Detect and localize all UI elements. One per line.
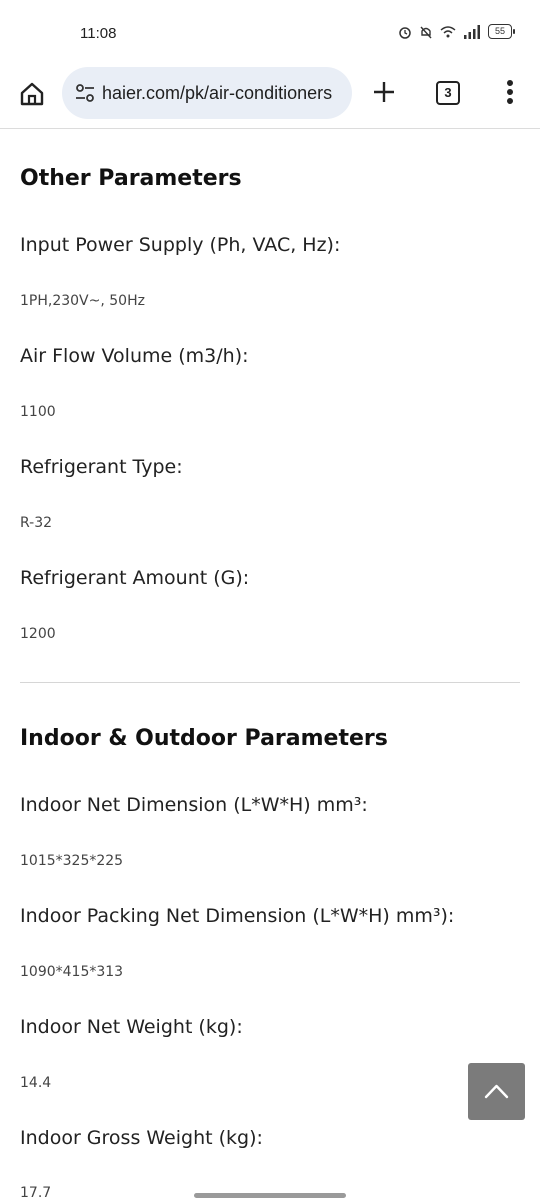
browser-toolbar: haier.com/pk/air-conditioners 3 — [0, 62, 540, 129]
section-title-indoor-outdoor: Indoor & Outdoor Parameters — [20, 726, 388, 751]
wifi-icon — [440, 25, 456, 37]
alarm-icon — [399, 26, 411, 39]
param-label: Refrigerant Amount (G): — [20, 567, 250, 589]
home-icon[interactable] — [18, 80, 46, 108]
param-value: 1100 — [20, 404, 56, 420]
tabs-icon[interactable]: 3 — [436, 81, 460, 105]
param-value: R-32 — [20, 515, 53, 531]
url-bar[interactable]: haier.com/pk/air-conditioners — [62, 67, 352, 119]
section-divider — [20, 682, 520, 683]
scroll-to-top-button[interactable] — [468, 1063, 525, 1120]
param-label: Indoor Net Weight (kg): — [20, 1016, 243, 1038]
param-value: 1200 — [20, 626, 56, 642]
mute-icon — [420, 26, 432, 38]
chevron-up-icon — [484, 1084, 509, 1099]
page: 11:08 55 haier.com/pk/air-conditioners 3… — [0, 0, 540, 1200]
battery-icon: 55 — [488, 24, 515, 39]
param-value: 17.7 — [20, 1185, 52, 1200]
param-value: 1015*325*225 — [20, 853, 124, 869]
param-label: Indoor Net Dimension (L*W*H) mm³: — [20, 794, 368, 816]
param-label: Indoor Gross Weight (kg): — [20, 1127, 263, 1149]
status-time: 11:08 — [80, 25, 117, 42]
url-text[interactable]: haier.com/pk/air-conditioners — [102, 83, 346, 104]
param-label: Indoor Packing Net Dimension (L*W*H) mm³… — [20, 905, 455, 927]
tune-icon[interactable] — [74, 82, 96, 104]
status-bar: 11:08 55 — [0, 0, 540, 62]
status-icons: 55 — [398, 24, 515, 39]
param-label: Air Flow Volume (m3/h): — [20, 345, 249, 367]
section-title-other: Other Parameters — [20, 166, 242, 191]
signal-icon — [464, 24, 480, 39]
param-label: Refrigerant Type: — [20, 456, 183, 478]
gesture-bar[interactable] — [194, 1193, 346, 1198]
param-label: Input Power Supply (Ph, VAC, Hz): — [20, 234, 341, 256]
param-value: 14.4 — [20, 1075, 52, 1091]
param-value: 1090*415*313 — [20, 964, 124, 980]
more-vert-icon[interactable] — [500, 77, 520, 107]
param-value: 1PH,230V~, 50Hz — [20, 293, 145, 309]
plus-icon[interactable] — [370, 78, 398, 106]
